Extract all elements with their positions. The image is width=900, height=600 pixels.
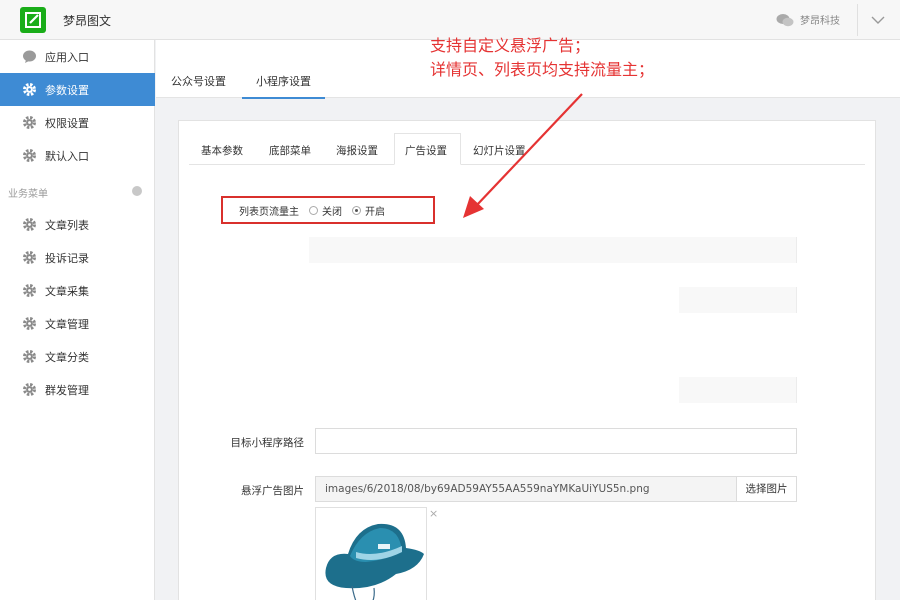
gear-icon [22, 250, 37, 265]
settings-panel: 基本参数 底部菜单 海报设置 广告设置 幻灯片设置 列表页流量主 关闭 开启 目… [178, 120, 876, 600]
select-image-button[interactable]: 选择图片 [736, 476, 797, 502]
sidebar-item-app-entry[interactable]: 应用入口 [0, 40, 155, 73]
app-logo-icon[interactable] [20, 7, 46, 33]
target-path-input[interactable] [315, 428, 797, 454]
sidebar-item-permissions[interactable]: 权限设置 [0, 106, 155, 139]
gear-icon [22, 115, 37, 130]
sidebar-item-params[interactable]: 参数设置 [0, 73, 155, 106]
target-path-label: 目标小程序路径 [230, 437, 305, 449]
sidebar-item-mass-send[interactable]: 群发管理 [0, 373, 155, 406]
gear-icon [22, 382, 37, 397]
tab-official-account[interactable]: 公众号设置 [171, 73, 226, 89]
radio-on-label[interactable]: 开启 [365, 203, 385, 218]
chevron-down-icon[interactable] [870, 13, 886, 27]
ad-image-preview [315, 507, 427, 600]
gear-icon [22, 82, 37, 97]
remove-image-icon[interactable]: × [429, 507, 438, 520]
gear-icon [22, 316, 37, 331]
main-content: 公众号设置 小程序设置 基本参数 底部菜单 海报设置 广告设置 幻灯片设置 列表… [156, 40, 900, 600]
sidebar-section-title: 业务菜单 [8, 189, 48, 200]
tab-poster-settings[interactable]: 海报设置 [336, 143, 378, 158]
blurred-field [679, 377, 797, 403]
float-ad-label: 悬浮广告图片 [241, 485, 304, 497]
sidebar-item-label: 文章分类 [45, 350, 89, 364]
account-name: 梦昂科技 [800, 16, 840, 27]
gear-icon [22, 148, 37, 163]
wechat-icon [776, 13, 794, 27]
sidebar-item-label: 文章列表 [45, 218, 89, 232]
tab-basic-params[interactable]: 基本参数 [201, 143, 243, 158]
top-divider [857, 4, 858, 36]
tab-bottom-menu[interactable]: 底部菜单 [269, 143, 311, 158]
account-area[interactable]: 梦昂科技 [776, 12, 840, 27]
sidebar-item-complaints[interactable]: 投诉记录 [0, 241, 155, 274]
panel-tab-bar: 基本参数 底部菜单 海报设置 广告设置 幻灯片设置 [189, 131, 865, 165]
sidebar-item-label: 文章管理 [45, 317, 89, 331]
sidebar-item-default-entry[interactable]: 默认入口 [0, 139, 155, 172]
gear-icon [22, 217, 37, 232]
gear-icon [22, 349, 37, 364]
sidebar-item-label: 群发管理 [45, 383, 89, 397]
annotation-line-2: 详情页、列表页均支持流量主； [430, 60, 655, 79]
list-ad-label: 列表页流量主 [239, 206, 299, 218]
radio-on[interactable] [352, 205, 361, 215]
blurred-field [679, 287, 797, 313]
tab-mini-program[interactable]: 小程序设置 [242, 73, 325, 99]
tab-slideshow-settings[interactable]: 幻灯片设置 [473, 143, 526, 158]
sidebar-item-article-collect[interactable]: 文章采集 [0, 274, 155, 307]
sidebar-item-label: 权限设置 [45, 116, 89, 130]
radio-off-label[interactable]: 关闭 [322, 203, 342, 218]
sidebar-item-label: 默认入口 [45, 149, 89, 163]
list-ad-setting-row: 列表页流量主 关闭 开启 [221, 196, 435, 224]
float-ad-image-input[interactable]: images/6/2018/08/by69AD59AY55AA559naYMKa… [315, 476, 737, 502]
annotation-text: 支持自定义悬浮广告； 详情页、列表页均支持流量主； [430, 34, 654, 82]
sidebar-item-article-manage[interactable]: 文章管理 [0, 307, 155, 340]
annotation-line-1: 支持自定义悬浮广告； [430, 36, 591, 55]
gear-icon [22, 283, 37, 298]
tab-ad-settings[interactable]: 广告设置 [405, 143, 447, 158]
app-name: 梦昂图文 [63, 14, 112, 28]
hat-image [325, 523, 424, 600]
radio-off[interactable] [309, 205, 318, 215]
sidebar-item-label: 参数设置 [45, 83, 89, 97]
sidebar-item-article-category[interactable]: 文章分类 [0, 340, 155, 373]
sidebar-item-label: 文章采集 [45, 284, 89, 298]
chat-bubble-icon [22, 49, 37, 64]
blurred-field [309, 237, 797, 263]
sidebar-item-label: 投诉记录 [45, 251, 89, 265]
section-collapse-icon[interactable] [132, 186, 142, 196]
sidebar-item-article-list[interactable]: 文章列表 [0, 208, 155, 241]
sidebar-item-label: 应用入口 [45, 50, 89, 64]
sidebar: 应用入口 参数设置 权限设置 默认入口 业务菜单 文章列表 投诉记录 文章采集 … [0, 40, 155, 600]
